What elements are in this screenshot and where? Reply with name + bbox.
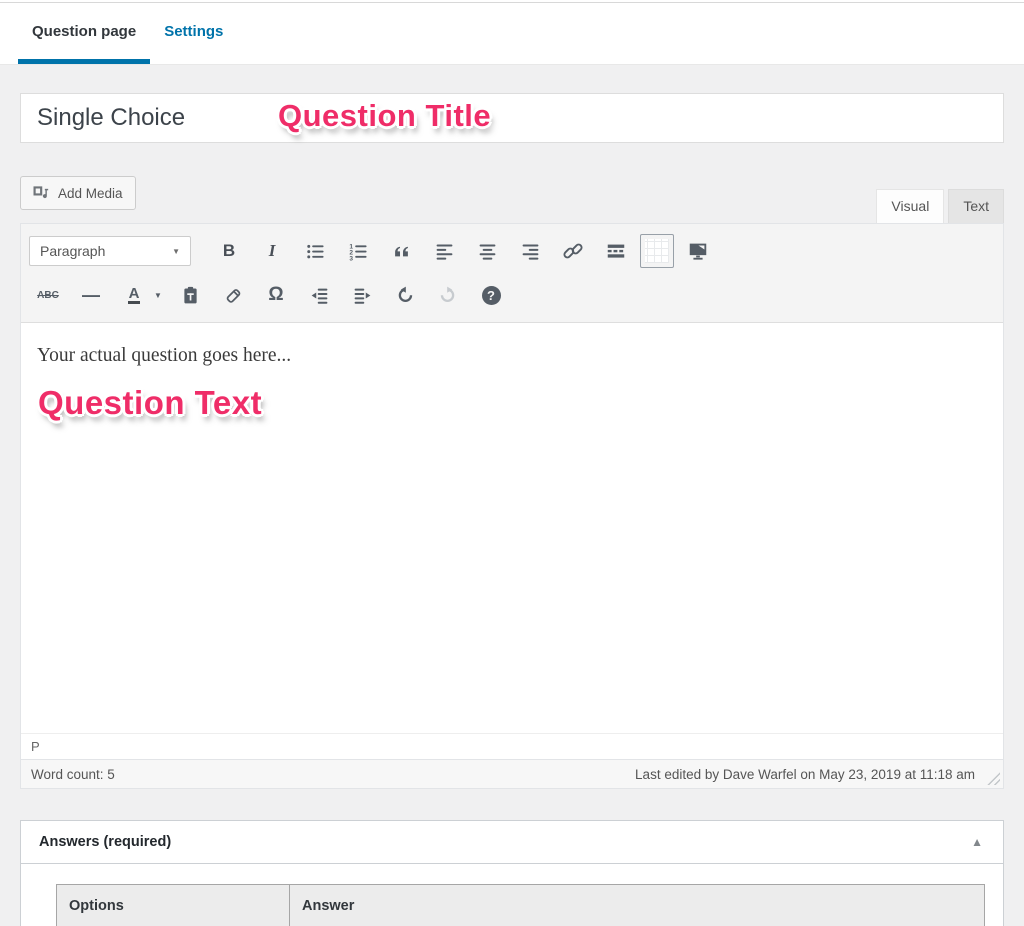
editor-toolbar: Paragraph ▼ B I 1 2 3 ABC — A ▼ Ω ? [21,224,1003,323]
collapse-arrow-icon: ▲ [971,835,983,849]
paragraph-select-value: Paragraph [40,243,106,259]
bold-button[interactable]: B [210,235,248,267]
collapse-panel-button[interactable]: ▲ [969,835,985,849]
indent-icon [354,288,370,304]
last-edited-note: Last edited by Dave Warfel on May 23, 20… [635,766,975,782]
paragraph-select[interactable]: Paragraph ▼ [29,236,191,266]
question-body-text: Your actual question goes here... [37,345,292,366]
link-button[interactable] [554,235,592,267]
answers-col-options: Options [56,884,290,926]
text-tab[interactable]: Text [948,189,1004,223]
annotation-question-text: Question Text [38,384,263,421]
bullet-list-button[interactable] [296,235,334,267]
answers-panel-header[interactable]: Answers (required) ▲ [21,821,1003,864]
bold-icon: B [222,241,236,260]
tab-settings-label: Settings [164,22,224,40]
undo-button[interactable] [386,279,424,311]
align-left-button[interactable] [425,235,463,267]
outdent-button[interactable] [300,279,338,311]
chevron-down-icon: ▼ [154,290,162,300]
text-color-button[interactable]: A [115,279,153,311]
fullscreen-monitor-icon [689,243,707,260]
align-center-button[interactable] [468,235,506,267]
text-color-caret-button[interactable]: ▼ [150,279,166,311]
bullet-list-icon [306,244,324,258]
clear-formatting-button[interactable] [214,279,252,311]
tab-question-page-label: Question page [32,22,137,40]
answers-panel-title: Answers (required) [39,834,172,850]
title-row: Single Choice Question Title [20,93,1004,143]
editor-element-path: P [21,733,1003,759]
strikethrough-button[interactable]: ABC [29,279,67,311]
text-color-icon: A [127,285,141,305]
answers-panel: Answers (required) ▲ Options Answer [20,820,1004,926]
numbered-list-icon: 1 2 3 [349,243,367,262]
horizontal-rule-button[interactable]: — [72,279,110,311]
question-title-value: Single Choice [37,104,186,131]
paste-as-text-button[interactable] [171,279,209,311]
add-media-label: Add Media [58,185,123,201]
editor-tools: Add Media Visual Text [20,176,1004,223]
link-icon [563,243,583,259]
question-title-input[interactable]: Single Choice [20,93,1004,143]
svg-text:3: 3 [349,255,353,261]
redo-button[interactable] [429,279,467,311]
paste-as-text-icon [183,286,197,303]
word-count: Word count: 5 [31,766,115,782]
align-left-icon [436,244,452,260]
italic-button[interactable]: I [253,235,291,267]
horizontal-rule-icon: — [82,284,100,305]
answers-table-header-row: Options Answer [56,884,985,926]
blockquote-icon [394,246,408,256]
answers-panel-body: Options Answer [21,864,1003,926]
add-media-button[interactable]: Add Media [20,176,136,210]
editor-mode-tabs: Visual Text [876,176,1004,223]
answers-col-answer: Answer [289,884,985,926]
read-more-icon [607,244,625,258]
undo-icon [398,286,413,302]
resize-grip[interactable] [986,771,1000,785]
annotation-question-title: Question Title [278,98,492,133]
outdent-icon [311,288,327,304]
element-path-label: P [31,739,40,754]
align-center-icon [479,244,495,260]
eraser-icon [226,288,240,303]
chevron-down-icon: ▼ [172,246,180,256]
strikethrough-icon: ABC [37,289,59,301]
italic-icon: I [268,241,276,260]
tab-settings[interactable]: Settings [150,3,237,64]
special-character-button[interactable]: Ω [257,279,295,311]
omega-icon: Ω [268,284,284,305]
align-right-button[interactable] [511,235,549,267]
wysiwyg-editor: Paragraph ▼ B I 1 2 3 ABC — A ▼ Ω ? Your… [20,223,1004,789]
answers-table: Options Answer [56,884,985,926]
media-icon [33,186,49,199]
blockquote-button[interactable] [382,235,420,267]
visual-tab-label: Visual [891,198,930,214]
help-icon: ? [481,285,501,305]
numbered-list-button[interactable]: 1 2 3 [339,235,377,267]
text-tab-label: Text [963,198,989,214]
read-more-button[interactable] [597,235,635,267]
align-right-icon [522,244,538,260]
editor-content-area[interactable]: Your actual question goes here... Questi… [21,323,1003,733]
toolbar-toggle-button[interactable] [640,234,674,268]
toolbar-row-2: ABC — A ▼ Ω ? [29,273,995,317]
tab-question-page[interactable]: Question page [18,3,151,64]
page-tabs: Question page Settings [0,3,1024,65]
distraction-free-button[interactable] [679,235,717,267]
toolbar-row-1: Paragraph ▼ B I 1 2 3 [29,229,995,273]
visual-tab[interactable]: Visual [876,189,945,223]
editor-status-bar: Word count: 5 Last edited by Dave Warfel… [21,759,1003,788]
indent-button[interactable] [343,279,381,311]
redo-icon [440,286,455,302]
help-button[interactable]: ? [472,279,510,311]
